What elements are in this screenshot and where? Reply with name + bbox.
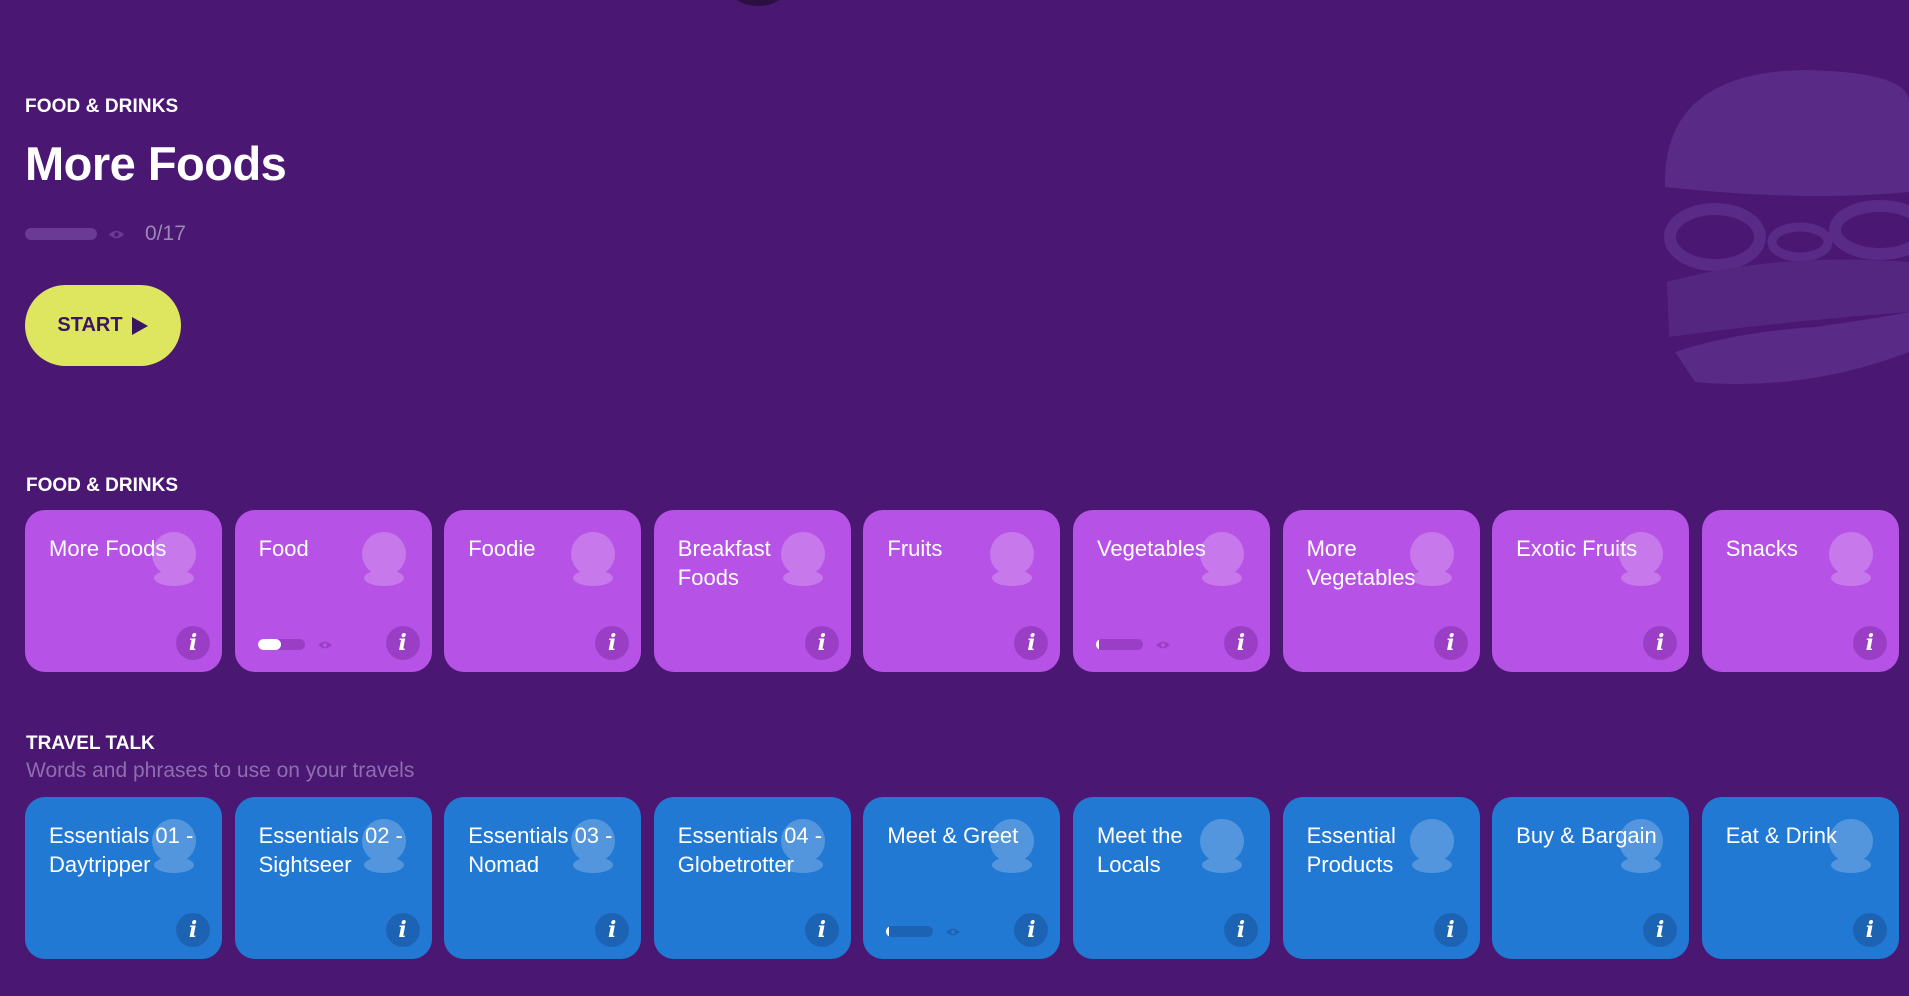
lesson-card-title: Meet the Locals — [1096, 823, 1183, 877]
lesson-card[interactable]: Essentials 02 - Sightseer i — [234, 797, 432, 959]
info-icon[interactable]: i — [385, 626, 420, 660]
lesson-card-title: Eat & Drink — [1725, 823, 1838, 848]
lesson-card-title: Breakfast Foods — [677, 536, 771, 590]
lesson-card-title: Foodie — [468, 536, 536, 561]
lesson-progress — [886, 926, 961, 937]
info-icon[interactable]: i — [804, 913, 839, 947]
info-icon[interactable]: i — [1223, 626, 1258, 660]
info-icon[interactable]: i — [595, 913, 630, 947]
play-icon — [131, 316, 148, 335]
lesson-card-title: Fruits — [887, 536, 943, 561]
lesson-card-title: Vegetables — [1096, 536, 1206, 561]
lesson-card-title: Buy & Bargain — [1516, 823, 1657, 848]
eye-icon — [109, 230, 124, 238]
lesson-card[interactable]: Foodie i — [444, 510, 642, 672]
info-icon[interactable]: i — [176, 626, 210, 660]
section-label-food-drinks: FOOD & DRINKS — [26, 475, 178, 496]
hero-progress: 0/17 — [25, 222, 186, 246]
lesson-card[interactable]: Essentials 01 - Daytripper i — [25, 797, 222, 959]
travel-talk-card-row: Essentials 01 - Daytripper i Essentials 02… — [25, 797, 1899, 959]
info-icon[interactable]: i — [1852, 913, 1887, 947]
hero-category: FOOD & DRINKS — [25, 96, 179, 117]
info-icon[interactable]: i — [1433, 626, 1468, 660]
food-drinks-card-row: More Foods i Food i Foodie i Breakfast Foods i F… — [25, 510, 1899, 672]
lesson-card-title: Exotic Fruits — [1516, 536, 1638, 561]
lesson-card-title: More Foods — [49, 536, 167, 561]
lesson-card-title: Essentials 04 - Globetrotter — [677, 823, 823, 877]
lesson-card[interactable]: Essentials 04 - Globetrotter i — [653, 797, 851, 959]
info-icon[interactable]: i — [1433, 913, 1468, 947]
lesson-progress-bar — [1095, 639, 1143, 650]
burger-illustration — [1664, 70, 1909, 384]
profile-avatar-partial[interactable] — [718, 0, 798, 6]
section-subtitle-travel-talk: Words and phrases to use on your travels — [26, 759, 415, 782]
lesson-card[interactable]: Exotic Fruits i — [1492, 510, 1690, 672]
lesson-card[interactable]: Meet the Locals i — [1072, 797, 1270, 959]
lesson-card[interactable]: Essential Products i — [1282, 797, 1480, 959]
info-icon[interactable]: i — [595, 626, 630, 660]
lesson-card-title: Essentials 03 - Nomad — [468, 823, 613, 877]
info-icon[interactable]: i — [1223, 913, 1258, 947]
lesson-card[interactable]: Snacks i — [1701, 510, 1899, 672]
start-button[interactable]: START — [25, 285, 181, 366]
lesson-card-title: Meet & Greet — [887, 823, 1019, 848]
info-icon[interactable]: i — [1852, 626, 1887, 660]
info-icon[interactable]: i — [385, 913, 420, 947]
info-icon[interactable]: i — [804, 626, 839, 660]
lesson-card[interactable]: Breakfast Foods i — [653, 510, 851, 672]
info-icon[interactable]: i — [1643, 626, 1678, 660]
lesson-card[interactable]: Essentials 03 - Nomad i — [444, 797, 642, 959]
lesson-card-title: Food — [258, 536, 309, 561]
eye-icon — [946, 928, 961, 935]
start-label: START — [57, 314, 123, 336]
hero-progress-bar — [25, 228, 97, 240]
lesson-card-title: More Vegetables — [1306, 536, 1416, 590]
lesson-card[interactable]: More Foods i — [25, 510, 222, 672]
eye-icon — [317, 641, 332, 648]
lesson-card[interactable]: Eat & Drink i — [1701, 797, 1899, 959]
section-label-travel-talk: TRAVEL TALK — [26, 733, 155, 754]
lesson-card-title: Essentials 01 - Daytripper — [49, 823, 194, 877]
lesson-card[interactable]: Food i — [234, 510, 432, 672]
lesson-progress — [257, 639, 333, 650]
lesson-card[interactable]: More Vegetables i — [1282, 510, 1480, 672]
lesson-progress-bar — [257, 639, 305, 650]
info-icon[interactable]: i — [1643, 913, 1678, 947]
eye-icon — [1156, 641, 1170, 648]
lesson-card[interactable]: Vegetables i — [1072, 510, 1270, 672]
lesson-card-title: Snacks — [1725, 536, 1798, 561]
lesson-card-title: Essentials 02 - Sightseer — [258, 823, 403, 877]
info-icon[interactable]: i — [1014, 626, 1049, 660]
lesson-progress-bar — [886, 926, 934, 937]
lesson-card[interactable]: Buy & Bargain i — [1492, 797, 1690, 959]
lesson-card-title: Essential Products — [1306, 823, 1396, 877]
hero-progress-count: 0/17 — [145, 222, 186, 245]
lesson-card[interactable]: Fruits i — [863, 510, 1061, 672]
hero-title: More Foods — [25, 137, 287, 190]
info-icon[interactable]: i — [176, 913, 210, 947]
info-icon[interactable]: i — [1014, 913, 1049, 947]
lesson-progress — [1095, 639, 1171, 650]
lesson-card[interactable]: Meet & Greet i — [863, 797, 1061, 959]
